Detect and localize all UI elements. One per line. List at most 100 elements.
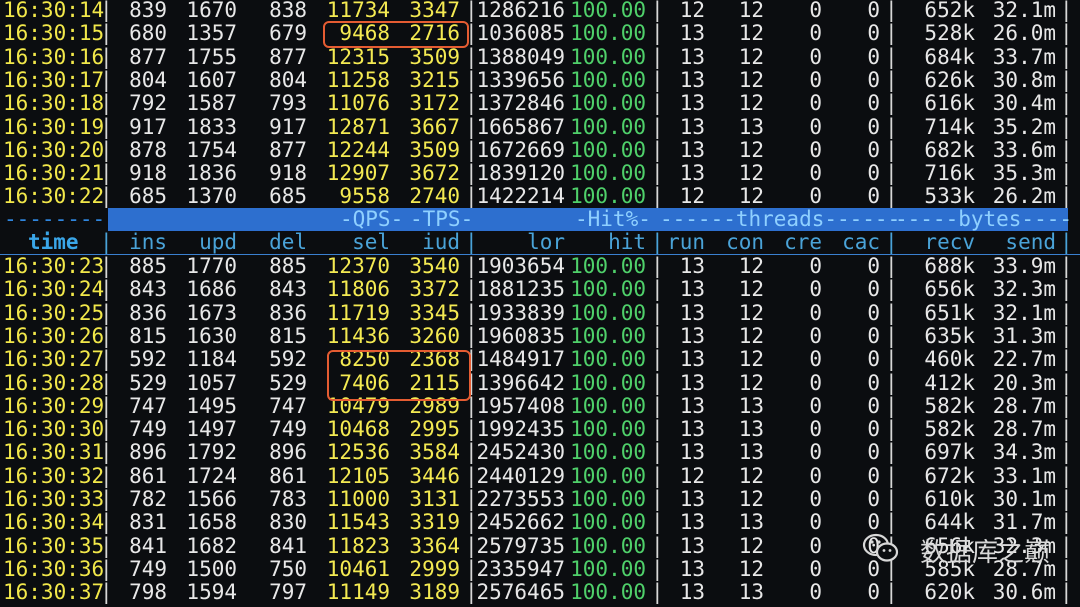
cell-recv: 616k [924,91,975,116]
cell-hit: 100.00 [570,510,646,535]
cell-lor: 1339656 [476,67,565,92]
cell-con: 12 [738,137,764,162]
cell-send: 35.2m [992,114,1056,139]
column-divider: | [1060,580,1073,605]
cell-run: 13 [679,487,705,511]
cell-send: 34.3m [992,440,1056,465]
column-divider: | [885,137,898,162]
cell-cac: 0 [867,114,880,139]
cell-del: 592 [269,347,307,372]
cell-iud: 3172 [409,91,460,116]
cell-cac: 0 [867,91,880,116]
cell-recv: 412k [924,370,975,395]
cell-ins: 917 [129,114,167,139]
table-row: 16:30:23 | 885 1770 885 12370 3540 | 1903654 100.… [0,254,1080,278]
cell-recv: 626k [924,67,975,92]
cell-lor: 1422214 [476,184,565,209]
cell-ins: 798 [129,580,167,605]
cell-con: 12 [738,67,764,92]
cell-lor: 1957408 [476,393,565,418]
cell-del: 749 [269,417,307,442]
cell-upd: 1686 [186,277,237,302]
column-divider: | [651,21,664,46]
cell-hit: 100.00 [570,277,646,302]
cell-hit: 100.00 [570,254,646,278]
cell-cac: 0 [867,440,880,465]
cell-run: 13 [679,67,705,92]
column-divider: | [1060,393,1073,418]
cell-upd: 1357 [186,21,237,46]
row-time: 16:30:22 [3,184,105,209]
cell-recv: 651k [924,300,975,325]
cell-run: 13 [679,254,705,278]
cell-con: 13 [738,114,764,139]
cell-upd: 1495 [186,393,237,418]
cell-ins: 836 [129,300,167,325]
cell-recv: 682k [924,137,975,162]
cell-con: 12 [738,370,764,395]
column-divider: | [885,323,898,348]
table-row: 16:30:36 | 749 1500 750 10461 2999 | 2335947 100.… [0,556,1080,581]
cell-upd: 1754 [186,137,237,162]
column-header-send: send [1005,230,1056,254]
cell-ins: 749 [129,417,167,442]
cell-recv: 652k [924,0,975,22]
row-time: 16:30:25 [3,300,105,325]
table-row: 16:30:20 | 878 1754 877 12244 3509 | 1672669 100.… [0,137,1080,162]
column-divider: | [651,0,664,22]
column-divider: | [651,510,664,535]
table-row: 16:30:17 | 804 1607 804 11258 3215 | 1339656 100.… [0,67,1080,92]
cell-sel: 12907 [326,161,390,186]
cell-cac: 0 [867,21,880,46]
cell-hit: 100.00 [570,533,646,558]
column-divider: | [651,44,664,69]
cell-cre: 0 [809,21,822,46]
cell-upd: 1370 [186,184,237,209]
cell-del: 529 [269,370,307,395]
cell-run: 13 [679,137,705,162]
cell-sel: 11000 [326,487,390,511]
column-divider: | [651,277,664,302]
cell-del: 877 [269,137,307,162]
column-header-recv: recv [924,230,975,254]
cell-ins: 878 [129,137,167,162]
cell-cre: 0 [809,487,822,511]
row-time: 16:30:15 [3,21,105,46]
row-time: 16:30:31 [3,440,105,465]
cell-upd: 1500 [186,556,237,581]
cell-recv: 684k [924,44,975,69]
cell-iud: 3446 [409,463,460,488]
cell-recv: 714k [924,114,975,139]
column-divider: | [651,67,664,92]
cell-sel: 11823 [326,533,390,558]
table-row: 16:30:31 | 896 1792 896 12536 3584 | 2452430 100.… [0,440,1080,465]
cell-sel: 11258 [326,67,390,92]
column-divider: | [100,230,113,254]
cell-cac: 0 [867,254,880,278]
column-divider: | [1060,114,1073,139]
cell-con: 12 [738,347,764,372]
column-divider: | [885,393,898,418]
cell-recv: 533k [924,184,975,209]
column-divider: | [885,114,898,139]
table-row: 16:30:26 | 815 1630 815 11436 3260 | 1960835 100.… [0,323,1080,348]
cell-run: 13 [679,114,705,139]
cell-upd: 1587 [186,91,237,116]
column-divider: | [100,370,113,395]
cell-iud: 3584 [409,440,460,465]
cell-lor: 2579735 [476,533,565,558]
table-row: 16:30:19 | 917 1833 917 12871 3667 | 1665867 100.… [0,114,1080,139]
cell-ins: 685 [129,184,167,209]
column-divider: | [885,91,898,116]
column-divider: | [651,463,664,488]
cell-upd: 1607 [186,67,237,92]
cell-ins: 804 [129,67,167,92]
column-divider: | [1060,347,1073,372]
column-divider: | [885,21,898,46]
highlight-box-16-30-27-28 [327,350,471,401]
column-divider: | [651,91,664,116]
column-divider: | [885,417,898,442]
column-header-run: run [667,230,705,254]
cell-upd: 1658 [186,510,237,535]
cell-recv: 656k [924,277,975,302]
